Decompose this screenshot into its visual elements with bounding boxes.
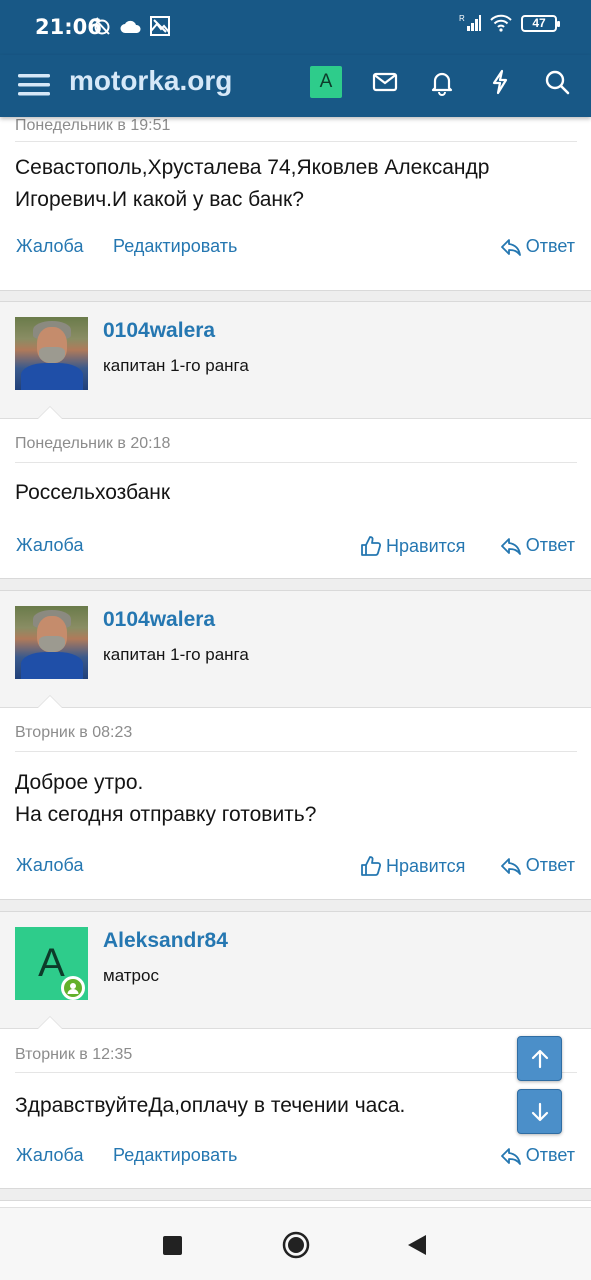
- report-label: Жалоба: [16, 535, 84, 555]
- username[interactable]: 0104walera: [103, 319, 215, 343]
- post-date: Понедельник в 19:51: [15, 117, 171, 134]
- arrow-up-icon: [531, 1049, 548, 1068]
- reply-link[interactable]: Ответ: [500, 535, 575, 556]
- post-author: A Aleksandr84 матрос: [0, 912, 591, 1029]
- post-text-line: На сегодня отправку готовить?: [15, 803, 317, 826]
- app-header: motorka.org A: [0, 55, 591, 117]
- user-rank: капитан 1-го ранга: [103, 356, 249, 375]
- post-author: 0104walera капитан 1-го ранга: [0, 302, 591, 419]
- like-link[interactable]: Нравится: [360, 855, 465, 877]
- post: A Aleksandr84 матрос Вторник в 12:35 Здр…: [0, 911, 591, 1189]
- post: [0, 1200, 591, 1207]
- online-status-icon: [61, 976, 85, 1000]
- search-icon[interactable]: [543, 68, 571, 96]
- reply-label: Ответ: [525, 236, 575, 256]
- reply-link[interactable]: Ответ: [500, 236, 575, 257]
- edit-label: Редактировать: [113, 1145, 238, 1165]
- divider: [15, 462, 577, 463]
- report-link[interactable]: Жалоба: [16, 1145, 83, 1166]
- edit-link[interactable]: Редактировать: [113, 236, 237, 257]
- home-icon[interactable]: [282, 1231, 310, 1259]
- menu-icon[interactable]: [16, 67, 52, 103]
- lightning-icon[interactable]: [486, 68, 514, 96]
- post-date: Понедельник в 20:18: [15, 435, 171, 452]
- avatar[interactable]: [15, 317, 88, 390]
- wifi-icon: [490, 14, 512, 32]
- battery-icon: 47: [521, 14, 560, 32]
- report-link[interactable]: Жалоба: [16, 236, 83, 257]
- edit-label: Редактировать: [113, 236, 238, 256]
- reply-link[interactable]: Ответ: [500, 1145, 575, 1166]
- status-bar: 21:06 R 47: [0, 0, 591, 55]
- post: 0104walera капитан 1-го ранга Понедельни…: [0, 301, 591, 579]
- thumbs-up-icon: [361, 856, 382, 876]
- back-icon[interactable]: [406, 1233, 428, 1257]
- divider: [15, 141, 577, 142]
- report-label: Жалоба: [16, 236, 84, 256]
- like-label: Нравится: [386, 855, 466, 876]
- post-text: Доброе утро. На сегодня отправку готовит…: [15, 767, 575, 831]
- like-link[interactable]: Нравится: [360, 535, 465, 557]
- battery-level: 47: [532, 16, 546, 30]
- reply-icon: [500, 1147, 521, 1165]
- divider: [15, 1072, 577, 1073]
- reply-label: Ответ: [525, 1145, 575, 1165]
- edit-link[interactable]: Редактировать: [113, 1145, 237, 1166]
- reply-link[interactable]: Ответ: [500, 855, 575, 876]
- post-text: Россельхозбанк: [15, 481, 171, 504]
- username[interactable]: Aleksandr84: [103, 929, 228, 953]
- reply-label: Ответ: [525, 535, 575, 555]
- like-label: Нравится: [386, 535, 466, 556]
- svg-text:R: R: [459, 14, 465, 23]
- thread-content[interactable]: Понедельник в 19:51 Севастополь,Хрустале…: [0, 117, 591, 1207]
- system-nav-bar: [0, 1207, 591, 1280]
- scroll-up-button[interactable]: [517, 1036, 562, 1081]
- thumbs-up-icon: [361, 536, 382, 556]
- image-icon: [150, 16, 170, 36]
- recents-icon[interactable]: [163, 1236, 182, 1255]
- reply-icon: [500, 857, 521, 875]
- reply-icon: [500, 537, 521, 555]
- user-rank: матрос: [103, 966, 159, 985]
- post-text: ЗдравствуйтеДа,оплачу в течении часа.: [15, 1094, 406, 1117]
- bell-icon[interactable]: [428, 68, 456, 96]
- arrow-down-icon: [531, 1102, 548, 1121]
- scroll-down-button[interactable]: [517, 1089, 562, 1134]
- report-label: Жалоба: [16, 855, 84, 875]
- post-text: Севастополь,Хрусталева 74,Яковлев Алекса…: [15, 156, 490, 211]
- post: 0104walera капитан 1-го ранга Вторник в …: [0, 590, 591, 900]
- signal-icon: R: [459, 14, 481, 31]
- cloud-icon: [120, 20, 141, 33]
- report-label: Жалоба: [16, 1145, 84, 1165]
- user-avatar-button[interactable]: A: [310, 66, 342, 98]
- report-link[interactable]: Жалоба: [16, 535, 83, 556]
- report-link[interactable]: Жалоба: [16, 855, 83, 876]
- username[interactable]: 0104walera: [103, 608, 215, 632]
- post: Понедельник в 19:51 Севастополь,Хрустале…: [0, 117, 591, 291]
- reply-label: Ответ: [525, 855, 575, 875]
- site-logo[interactable]: motorka.org: [69, 65, 232, 97]
- post-date: Вторник в 08:23: [15, 724, 133, 741]
- post-text-line: Доброе утро.: [15, 771, 144, 794]
- user-rank: капитан 1-го ранга: [103, 645, 249, 664]
- divider: [15, 751, 577, 752]
- avatar[interactable]: [15, 606, 88, 679]
- alarm-off-icon: [94, 17, 110, 35]
- post-date: Вторник в 12:35: [15, 1046, 133, 1063]
- mail-icon[interactable]: [371, 68, 399, 96]
- reply-icon: [500, 238, 521, 256]
- post-author: 0104walera капитан 1-го ранга: [0, 591, 591, 708]
